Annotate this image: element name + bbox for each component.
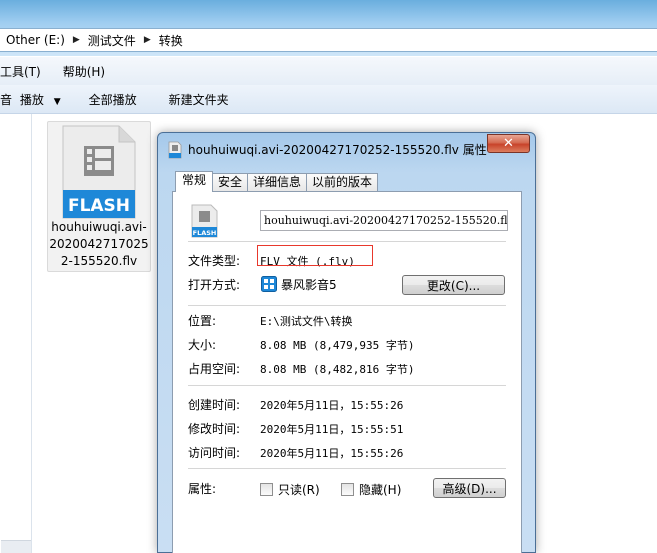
divider	[188, 385, 506, 386]
navigation-pane[interactable]	[0, 114, 32, 553]
player-app-icon	[261, 276, 277, 292]
modified-label: 修改时间:	[188, 422, 241, 436]
modified-value: 2020年5月11日，15:55:51	[260, 423, 404, 436]
size-label: 大小:	[188, 338, 217, 352]
menu-tools[interactable]: 工具(T)	[0, 63, 49, 80]
small-flash-icon-label: FLASH	[193, 229, 217, 237]
readonly-checkbox[interactable]: 只读(R)	[260, 481, 320, 498]
divider	[188, 468, 506, 469]
file-name-input[interactable]: houhuiwuqi.avi-20200427170252-155520.flv	[260, 210, 508, 231]
disk-size-label: 占用空间:	[188, 362, 241, 376]
hidden-label: 隐藏(H)	[359, 483, 402, 497]
tab-previous-versions[interactable]: 以前的版本	[306, 173, 379, 192]
close-button[interactable]: ✕	[487, 134, 530, 153]
menu-bar: 工具(T) 帮助(H)	[0, 57, 657, 85]
created-value: 2020年5月11日，15:55:26	[260, 399, 404, 412]
play-button-label: 播放	[19, 92, 44, 107]
play-button[interactable]: 音 播放 ▼	[0, 91, 61, 108]
flash-file-icon: FLASH	[62, 125, 136, 219]
open-with-label: 打开方式:	[188, 278, 241, 292]
change-button[interactable]: 更改(C)...	[402, 275, 505, 295]
open-with-value: 暴风影音5	[281, 278, 337, 292]
tab-security[interactable]: 安全	[212, 173, 249, 192]
location-label: 位置:	[188, 314, 217, 328]
flash-file-icon: FLASH	[191, 204, 218, 238]
disk-size-value: 8.08 MB (8,482,816 字节)	[260, 363, 415, 376]
dialog-title: houhuiwuqi.avi-20200427170252-155520.flv…	[188, 143, 487, 157]
properties-dialog: houhuiwuqi.avi-20200427170252-155520.flv…	[157, 132, 536, 553]
general-tab-panel: FLASH houhuiwuqi.avi-20200427170252-1555…	[172, 191, 522, 553]
breadcrumb-current[interactable]: 转换	[153, 32, 189, 49]
dialog-file-icon	[168, 141, 182, 159]
flash-icon-label: FLASH	[68, 196, 130, 216]
breadcrumb-separator-icon[interactable]: ▶	[142, 35, 153, 45]
dropdown-arrow-icon: ▼	[53, 96, 61, 107]
size-value: 8.08 MB (8,479,935 字节)	[260, 339, 415, 352]
tab-general[interactable]: 常规	[175, 171, 214, 192]
tab-details[interactable]: 详细信息	[247, 173, 308, 192]
created-label: 创建时间:	[188, 398, 241, 412]
file-item-flv[interactable]: FLASH houhuiwuqi.avi- 2020042717025 2-15…	[47, 121, 151, 272]
tab-strip: 常规 安全 详细信息 以前的版本	[175, 171, 379, 192]
breadcrumb-drive[interactable]: Other (E:)	[0, 33, 71, 47]
address-bar[interactable]: Other (E:) ▶ 测试文件 ▶ 转换	[0, 28, 657, 52]
close-icon: ✕	[503, 136, 514, 151]
new-folder-button[interactable]: 新建文件夹	[169, 91, 229, 108]
divider	[188, 241, 506, 242]
breadcrumb-separator-icon[interactable]: ▶	[71, 35, 82, 45]
attributes-label: 属性:	[188, 482, 217, 496]
play-all-button[interactable]: 全部播放	[89, 91, 137, 108]
location-value: E:\测试文件\转换	[260, 315, 353, 328]
command-bar: 音 播放 ▼ 全部播放 新建文件夹	[0, 85, 657, 114]
highlight-box	[257, 245, 373, 266]
file-item-name: houhuiwuqi.avi- 2020042717025 2-155520.f…	[49, 220, 149, 268]
divider	[188, 305, 506, 306]
file-type-label: 文件类型:	[188, 254, 241, 268]
accessed-label: 访问时间:	[188, 446, 241, 460]
checkbox-box[interactable]	[260, 483, 273, 496]
play-button-prefix: 音	[0, 92, 13, 107]
advanced-button[interactable]: 高级(D)...	[433, 478, 506, 498]
menu-help[interactable]: 帮助(H)	[55, 63, 113, 80]
readonly-label: 只读(R)	[278, 483, 320, 497]
hidden-checkbox[interactable]: 隐藏(H)	[341, 481, 401, 498]
breadcrumb-folder[interactable]: 测试文件	[82, 32, 142, 49]
accessed-value: 2020年5月11日，15:55:26	[260, 447, 404, 460]
checkbox-box[interactable]	[341, 483, 354, 496]
